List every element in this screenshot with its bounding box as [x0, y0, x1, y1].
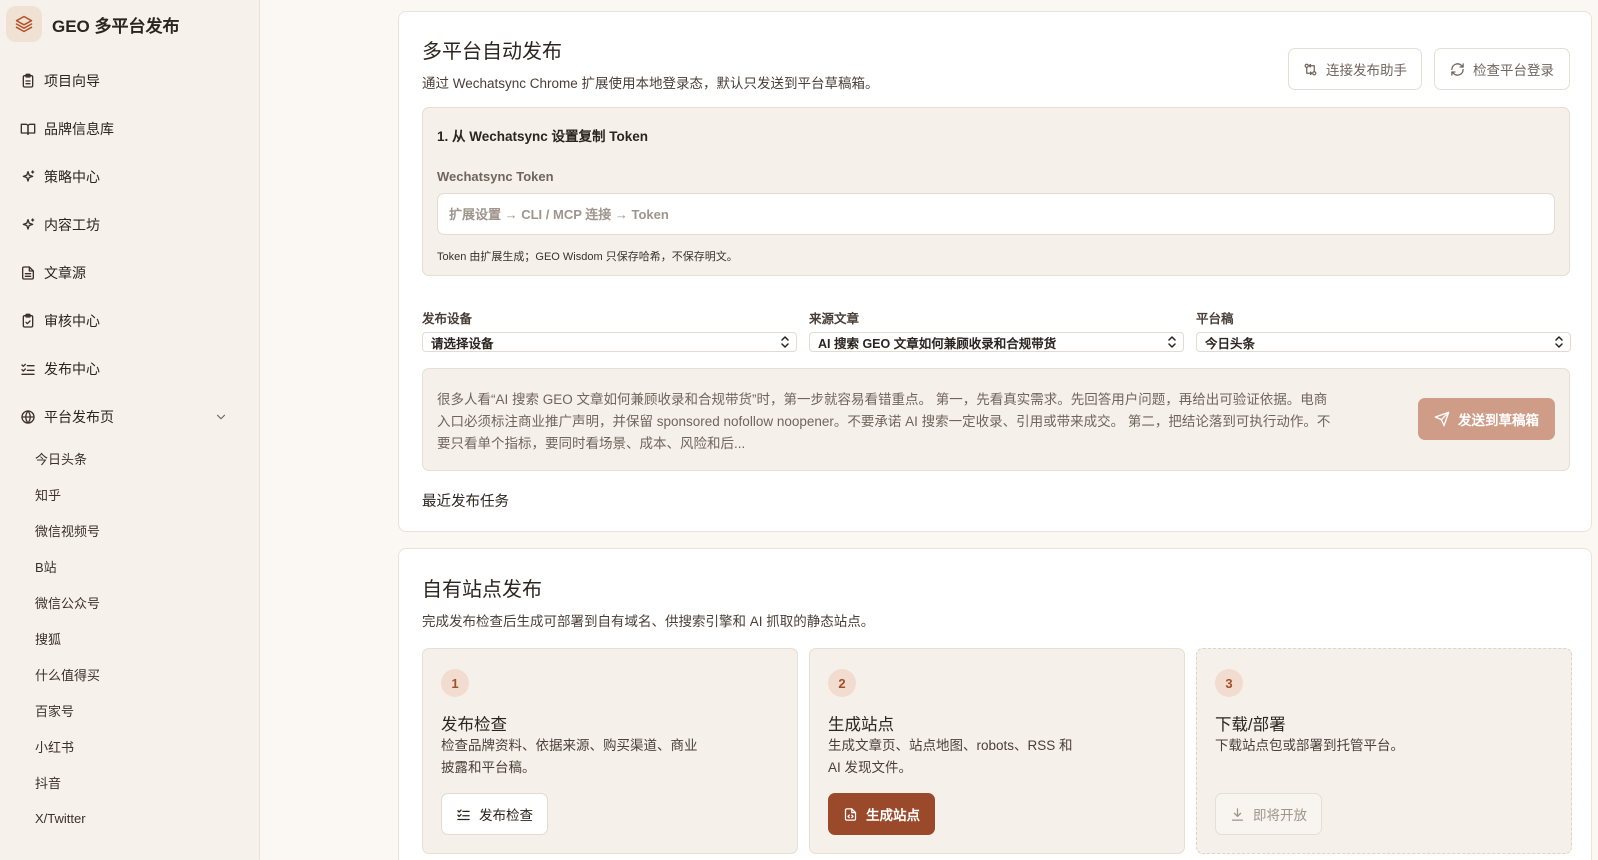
sidebar-item-review[interactable]: 审核中心 — [20, 309, 100, 333]
publish-check-button[interactable]: 发布检查 — [441, 793, 548, 835]
sidebar-platform-wechat-channels[interactable]: 微信视频号 — [35, 520, 100, 540]
token-input[interactable] — [437, 193, 1555, 235]
sidebar: GEO 多平台发布 项目向导 品牌信息库 策略中心 内容工坊 文章源 审核中心 … — [0, 0, 260, 860]
book-open-icon — [20, 123, 36, 135]
globe-icon — [21, 410, 35, 424]
step-description: 下载站点包或部署到托管平台。 — [1215, 738, 1404, 753]
recent-tasks-heading: 最近发布任务 — [422, 494, 509, 510]
sidebar-item-publish-center[interactable]: 发布中心 — [20, 357, 100, 381]
publish-description: 通过 Wechatsync Chrome 扩展使用本地登录态，默认只发送到平台草… — [422, 76, 879, 91]
sidebar-item-label: 项目向导 — [44, 73, 100, 89]
layers-icon — [6, 6, 42, 42]
step-number: 1 — [441, 669, 469, 697]
sidebar-item-brand-library[interactable]: 品牌信息库 — [20, 117, 114, 141]
step-number: 3 — [1215, 669, 1243, 697]
app-title: GEO 多平台发布 — [52, 16, 180, 36]
send-icon — [1434, 411, 1450, 427]
step-title: 下载/部署 — [1215, 716, 1286, 734]
generate-site-label: 生成站点 — [866, 808, 920, 823]
token-note: Token 由扩展生成；GEO Wisdom 只保存哈希，不保存明文。 — [437, 251, 738, 263]
select-arrows-icon — [1168, 336, 1176, 348]
connect-assistant-label: 连接发布助手 — [1326, 63, 1407, 78]
sidebar-item-label: 内容工坊 — [44, 217, 100, 233]
sidebar-platform-sohu[interactable]: 搜狐 — [35, 628, 61, 648]
platform-select-value: 今日头条 — [1205, 336, 1256, 351]
article-select[interactable]: AI 搜索 GEO 文章如何兼顾收录和合规带货 — [809, 332, 1184, 352]
sidebar-item-label: 平台发布页 — [44, 409, 114, 425]
step-title: 生成站点 — [828, 716, 894, 734]
platform-label: 平台稿 — [1196, 312, 1234, 326]
refresh-icon — [1451, 62, 1464, 76]
step-title: 发布检查 — [441, 716, 507, 734]
article-preview-text: 很多人看“AI 搜索 GEO 文章如何兼顾收录和合规带货”时，第一步就容易看错重… — [437, 392, 1331, 451]
list-check-icon — [21, 363, 35, 375]
sidebar-platform-douyin[interactable]: 抖音 — [35, 772, 61, 792]
brand[interactable]: GEO 多平台发布 — [6, 4, 180, 44]
clipboard-check-icon — [22, 313, 34, 328]
article-select-value: AI 搜索 GEO 文章如何兼顾收录和合规带货 — [818, 336, 1057, 351]
list-check-icon — [457, 809, 470, 820]
sidebar-platform-baijiahao[interactable]: 百家号 — [35, 700, 74, 720]
chevron-down-icon[interactable] — [214, 410, 228, 424]
sidebar-item-label: 发布中心 — [44, 361, 100, 377]
device-select[interactable]: 请选择设备 — [422, 332, 797, 352]
sidebar-item-label: 策略中心 — [44, 169, 100, 185]
step-card-publish-check: 1 发布检查 检查品牌资料、依据来源、购买渠道、商业披露和平台稿。 发布检查 — [422, 648, 798, 854]
generate-site-button[interactable]: 生成站点 — [828, 793, 935, 835]
token-field-label: Wechatsync Token — [437, 169, 554, 184]
sparkles-icon — [22, 170, 35, 182]
sidebar-item-article-source[interactable]: 文章源 — [20, 261, 86, 285]
device-label: 发布设备 — [422, 312, 473, 326]
token-panel: 1. 从 Wechatsync 设置复制 Token Wechatsync To… — [422, 107, 1570, 276]
article-label: 来源文章 — [809, 312, 860, 326]
article-preview: 很多人看“AI 搜索 GEO 文章如何兼顾收录和合规带货”时，第一步就容易看错重… — [422, 368, 1570, 471]
step-description: 检查品牌资料、依据来源、购买渠道、商业披露和平台稿。 — [441, 738, 698, 775]
download-icon — [1231, 807, 1244, 821]
select-arrows-icon — [1555, 336, 1563, 348]
device-select-value: 请选择设备 — [431, 336, 494, 351]
page-title: 多平台自动发布 — [422, 41, 562, 63]
connect-assistant-button[interactable]: 连接发布助手 — [1288, 48, 1422, 90]
step-card-generate-site: 2 生成站点 生成文章页、站点地图、robots、RSS 和 AI 发现文件。 … — [809, 648, 1185, 854]
sidebar-platform-smzdm[interactable]: 什么值得买 — [35, 664, 100, 684]
sparkles-icon — [22, 218, 35, 230]
site-title: 自有站点发布 — [422, 579, 542, 601]
sidebar-item-label: 审核中心 — [44, 313, 100, 329]
download-deploy-button[interactable]: 即将开放 — [1215, 793, 1322, 835]
sidebar-item-label: 品牌信息库 — [44, 121, 114, 137]
token-step-heading: 1. 从 Wechatsync 设置复制 Token — [437, 129, 649, 144]
file-text-icon — [22, 266, 34, 280]
sidebar-platform-zhihu[interactable]: 知乎 — [35, 484, 61, 504]
sidebar-platform-bilibili[interactable]: B站 — [35, 556, 57, 576]
sidebar-platform-wechat-official[interactable]: 微信公众号 — [35, 592, 100, 612]
file-code-icon — [844, 807, 857, 821]
send-to-draft-label: 发送到草稿箱 — [1458, 413, 1539, 428]
step-description: 生成文章页、站点地图、robots、RSS 和 AI 发现文件。 — [828, 738, 1073, 775]
platform-select[interactable]: 今日头条 — [1196, 332, 1571, 352]
send-to-draft-button[interactable]: 发送到草稿箱 — [1418, 398, 1555, 440]
sidebar-item-project-wizard[interactable]: 项目向导 — [20, 69, 100, 93]
sidebar-item-strategy[interactable]: 策略中心 — [20, 165, 100, 189]
sidebar-platform-toutiao[interactable]: 今日头条 — [35, 448, 87, 468]
sidebar-platform-xiaohongshu[interactable]: 小红书 — [35, 736, 74, 756]
select-arrows-icon — [781, 336, 789, 348]
sidebar-item-content-workshop[interactable]: 内容工坊 — [20, 213, 100, 237]
clipboard-icon — [22, 73, 34, 88]
download-deploy-label: 即将开放 — [1253, 808, 1307, 823]
site-description: 完成发布检查后生成可部署到自有域名、供搜索引擎和 AI 抓取的静态站点。 — [422, 614, 875, 629]
check-login-button[interactable]: 检查平台登录 — [1434, 48, 1570, 90]
sidebar-item-label: 文章源 — [44, 265, 86, 281]
sidebar-platform-x-twitter[interactable]: X/Twitter — [35, 808, 86, 828]
publish-check-label: 发布检查 — [479, 808, 533, 823]
git-compare-icon — [1304, 63, 1317, 75]
check-login-label: 检查平台登录 — [1473, 63, 1554, 78]
step-card-download-deploy: 3 下载/部署 下载站点包或部署到托管平台。 即将开放 — [1196, 648, 1572, 854]
step-number: 2 — [828, 669, 856, 697]
sidebar-item-platform-publish[interactable]: 平台发布页 — [20, 405, 230, 429]
